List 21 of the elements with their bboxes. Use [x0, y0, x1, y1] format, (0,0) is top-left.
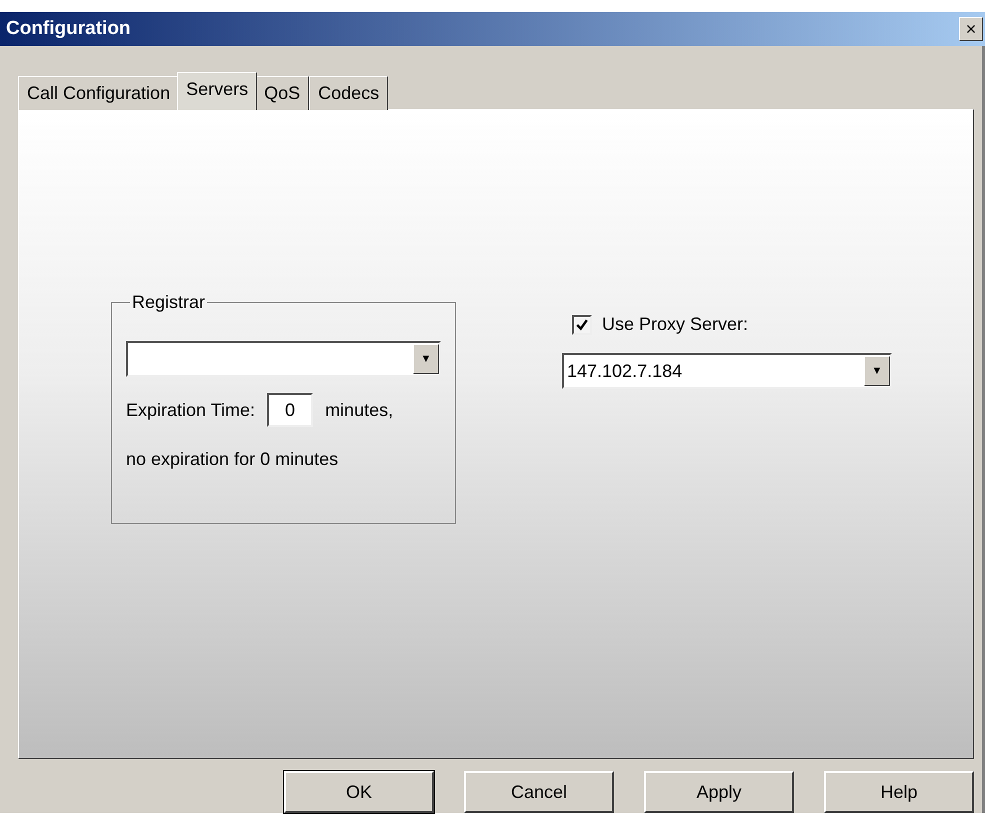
proxy-label: Use Proxy Server: — [602, 314, 748, 335]
window-title: Configuration — [6, 18, 131, 40]
proxy-combo[interactable]: 147.102.7.184 ▼ — [562, 353, 892, 389]
dialog-button[interactable]: Cancel — [464, 771, 614, 813]
expiration-field[interactable]: 0 — [267, 393, 314, 427]
close-button[interactable]: × — [959, 17, 983, 41]
tab[interactable]: QoS — [255, 76, 310, 110]
proxy-checkbox[interactable] — [572, 314, 592, 334]
tab[interactable]: Codecs — [309, 76, 388, 110]
check-mark-icon — [576, 318, 588, 330]
expiration-note: no expiration for 0 minutes — [126, 449, 340, 470]
unit-label: minutes, — [325, 400, 394, 420]
expiration-label: Expiration Time: — [126, 400, 256, 420]
dialog-button[interactable]: Help — [824, 771, 974, 813]
registrar-combo[interactable]: ▼ — [126, 341, 441, 377]
dialog-button[interactable]: OK — [284, 771, 434, 813]
tab[interactable]: Call Configuration — [18, 76, 180, 110]
group-label: Registrar — [131, 292, 206, 313]
tab[interactable]: Servers — [177, 72, 258, 110]
dialog-button[interactable]: Apply — [644, 771, 794, 813]
proxy-value: 147.102.7.184 — [566, 360, 682, 382]
